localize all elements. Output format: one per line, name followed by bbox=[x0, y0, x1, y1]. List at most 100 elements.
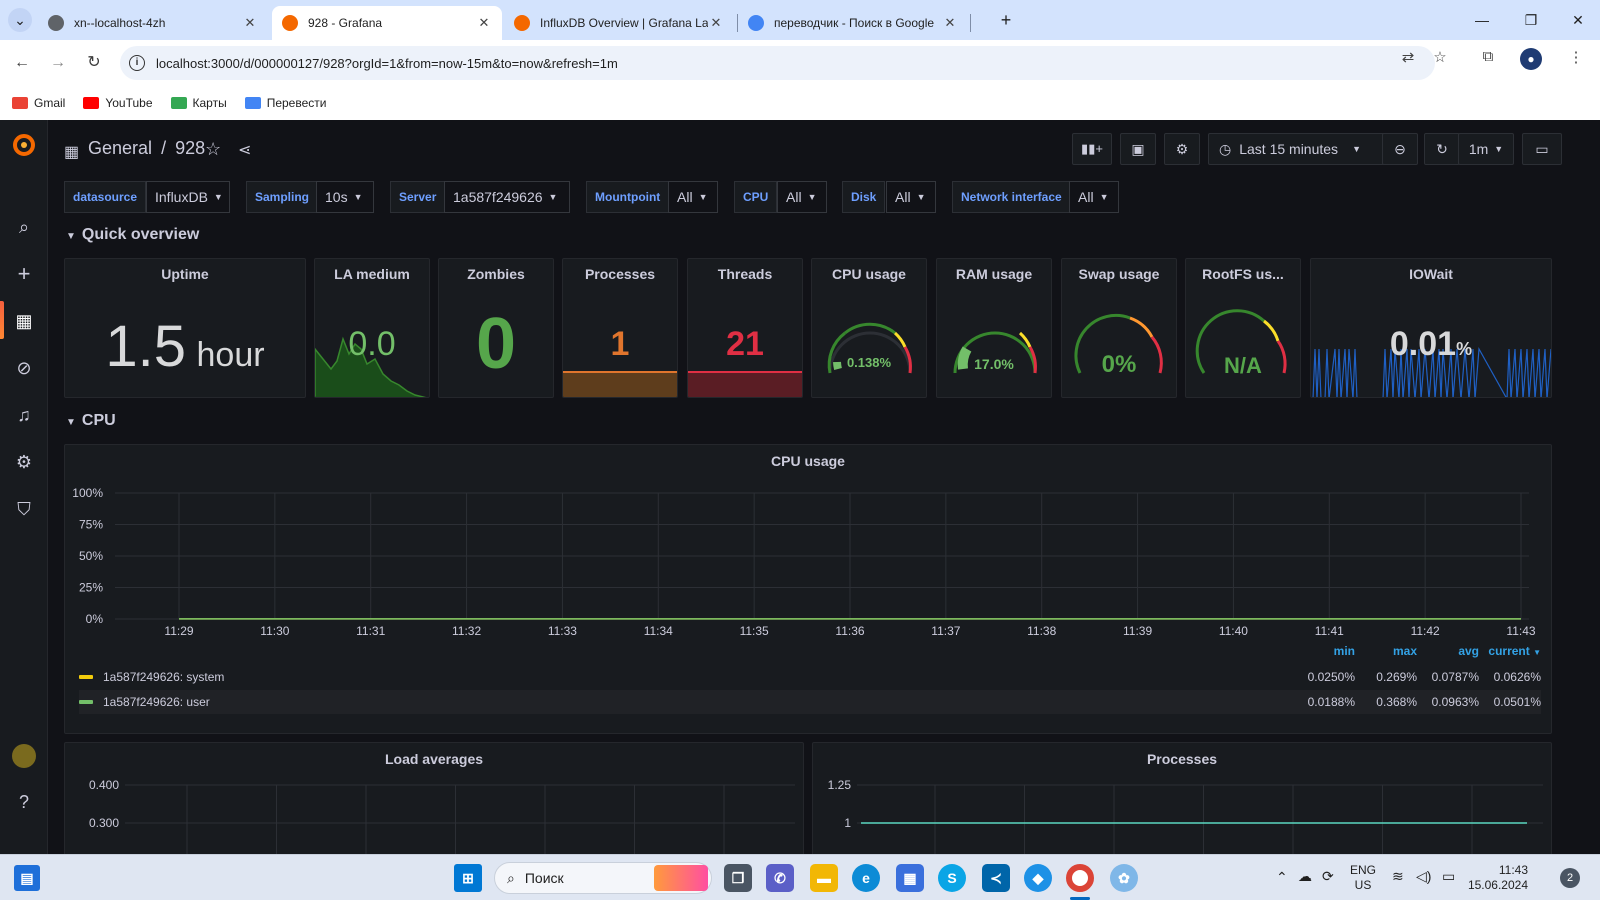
panel-swap-usage-gauge[interactable]: Swap usage 0% bbox=[1061, 258, 1177, 398]
legend-item-system[interactable]: 1a587f249626: system 0.0250% 0.269% 0.07… bbox=[79, 665, 1541, 689]
create-plus-icon[interactable]: + bbox=[12, 262, 36, 286]
forward-button[interactable]: → bbox=[46, 51, 70, 75]
language-indicator[interactable]: ENG US bbox=[1350, 863, 1376, 893]
row-quick-overview[interactable]: ▼ Quick overview bbox=[66, 226, 199, 244]
reload-button[interactable]: ↻ bbox=[82, 51, 106, 75]
address-bar[interactable]: i localhost:3000/d/000000127/928?orgId=1… bbox=[120, 46, 1435, 80]
user-avatar[interactable] bbox=[12, 744, 36, 768]
dashboard-title[interactable]: 928 bbox=[175, 138, 205, 158]
legend-header-min[interactable]: min bbox=[1293, 644, 1355, 658]
tab-grafana-928[interactable]: 928 - Grafana ✕ bbox=[272, 6, 502, 40]
server-admin-shield-icon[interactable]: ⛉ bbox=[12, 497, 36, 521]
share-icon[interactable]: ⋖ bbox=[238, 140, 251, 160]
tab-google-search[interactable]: переводчик - Поиск в Google ✕ bbox=[738, 6, 968, 40]
site-info-icon[interactable]: i bbox=[129, 55, 145, 71]
legend-item-user[interactable]: 1a587f249626: user 0.0188% 0.368% 0.0963… bbox=[79, 690, 1541, 714]
chrome-icon[interactable] bbox=[1066, 864, 1094, 892]
network-app-icon[interactable]: ✿ bbox=[1110, 864, 1138, 892]
edge-browser-icon[interactable]: e bbox=[852, 864, 880, 892]
zoom-out-button[interactable]: ⊖ bbox=[1382, 133, 1418, 165]
var-select-network-interface[interactable]: All ▼ bbox=[1069, 181, 1119, 213]
docker-icon[interactable]: ◆ bbox=[1024, 864, 1052, 892]
tv-mode-button[interactable]: ▭ bbox=[1522, 133, 1562, 165]
microsoft-store-icon[interactable]: ▦ bbox=[896, 864, 924, 892]
tab-search-button[interactable]: ⌄ bbox=[8, 8, 32, 32]
help-icon[interactable]: ? bbox=[12, 790, 36, 814]
bookmark-star-icon[interactable]: ☆ bbox=[1430, 48, 1450, 68]
add-panel-button[interactable]: ▮▮+ bbox=[1072, 133, 1112, 165]
task-view-icon[interactable]: ❐ bbox=[724, 864, 752, 892]
file-explorer-icon[interactable]: ▬ bbox=[810, 864, 838, 892]
tab-localhost[interactable]: xn--localhost-4zh ✕ bbox=[38, 6, 268, 40]
menu-kebab-icon[interactable]: ⋮ bbox=[1566, 48, 1586, 68]
close-icon[interactable]: ✕ bbox=[476, 15, 492, 31]
bookmark-translate[interactable]: Перевести bbox=[244, 96, 326, 110]
var-select-datasource[interactable]: InfluxDB ▼ bbox=[146, 181, 230, 213]
var-select-sampling[interactable]: 10s ▼ bbox=[316, 181, 374, 213]
panel-threads[interactable]: Threads 21 bbox=[687, 258, 803, 398]
explore-compass-icon[interactable]: ⊘ bbox=[12, 356, 36, 380]
panel-processes-graph[interactable]: Processes 1.25 1 bbox=[812, 742, 1552, 854]
onedrive-icon[interactable]: ☁ bbox=[1298, 868, 1312, 885]
close-window-button[interactable]: ✕ bbox=[1566, 8, 1590, 32]
clock[interactable]: 11:43 15.06.2024 bbox=[1468, 863, 1528, 893]
refresh-button[interactable]: ↻ bbox=[1424, 133, 1460, 165]
var-select-cpu[interactable]: All ▼ bbox=[777, 181, 827, 213]
close-icon[interactable]: ✕ bbox=[708, 15, 724, 31]
widgets-icon[interactable]: ▤ bbox=[14, 865, 40, 891]
wifi-icon[interactable]: ≋ bbox=[1392, 868, 1404, 885]
configuration-gear-icon[interactable]: ⚙ bbox=[12, 450, 36, 474]
extensions-icon[interactable]: ⧉ bbox=[1478, 48, 1498, 68]
url-text[interactable]: localhost:3000/d/000000127/928?orgId=1&f… bbox=[156, 56, 618, 71]
notification-badge[interactable]: 2 bbox=[1560, 868, 1580, 888]
tab-influxdb-overview[interactable]: InfluxDB Overview | Grafana Lal ✕ bbox=[504, 6, 734, 40]
profile-avatar[interactable]: ● bbox=[1520, 48, 1542, 70]
time-picker-button[interactable]: ◷ Last 15 minutes ▼ bbox=[1208, 133, 1386, 165]
back-button[interactable]: ← bbox=[10, 51, 34, 75]
volume-icon[interactable]: ◁) bbox=[1416, 868, 1431, 885]
chat-icon[interactable]: ✆ bbox=[766, 864, 794, 892]
close-icon[interactable]: ✕ bbox=[942, 15, 958, 31]
panel-processes[interactable]: Processes 1 bbox=[562, 258, 678, 398]
search-icon[interactable]: ⌕ bbox=[12, 215, 36, 239]
show-hidden-icons-icon[interactable]: ⌃ bbox=[1276, 869, 1288, 886]
translate-icon[interactable]: ⇄ bbox=[1398, 48, 1418, 68]
battery-icon[interactable]: ▭ bbox=[1442, 868, 1455, 885]
var-select-server[interactable]: 1a587f249626 ▼ bbox=[444, 181, 570, 213]
legend-header-max[interactable]: max bbox=[1355, 644, 1417, 658]
panel-cpu-usage-graph[interactable]: CPU usage 100% 75% 50% 25% 0% 11:29 11:30 11:31… bbox=[64, 444, 1552, 734]
dashboards-icon[interactable]: ▦ bbox=[12, 309, 36, 333]
bookmark-youtube[interactable]: YouTube bbox=[83, 96, 153, 110]
alerting-bell-icon[interactable]: ♫ bbox=[12, 403, 36, 427]
panel-cpu-usage-gauge[interactable]: CPU usage 0.138% bbox=[811, 258, 927, 398]
panel-ram-usage-gauge[interactable]: RAM usage 17.0% bbox=[936, 258, 1052, 398]
var-select-disk[interactable]: All ▼ bbox=[886, 181, 936, 213]
panel-load-averages[interactable]: Load averages 0.400 0.300 bbox=[64, 742, 804, 854]
legend-header-current[interactable]: current ▼ bbox=[1479, 644, 1541, 658]
close-icon[interactable]: ✕ bbox=[242, 15, 258, 31]
windows-start-icon[interactable]: ⊞ bbox=[454, 864, 482, 892]
vscode-icon[interactable]: ≺ bbox=[982, 864, 1010, 892]
refresh-interval-picker[interactable]: 1m ▼ bbox=[1458, 133, 1514, 165]
panel-iowait[interactable]: IOWait 0.01% bbox=[1310, 258, 1552, 398]
star-icon[interactable]: ☆ bbox=[205, 139, 221, 160]
panel-rootfs-usage-gauge[interactable]: RootFS us... N/A bbox=[1185, 258, 1301, 398]
restore-button[interactable]: ❐ bbox=[1519, 8, 1543, 32]
dashboard-settings-button[interactable]: ⚙ bbox=[1164, 133, 1200, 165]
bookmark-maps[interactable]: Карты bbox=[170, 96, 227, 110]
panel-zombies[interactable]: Zombies 0 bbox=[438, 258, 554, 398]
panel-uptime[interactable]: Uptime 1.5 hour bbox=[64, 258, 306, 398]
breadcrumb[interactable]: General / 928 bbox=[88, 138, 205, 159]
minimize-button[interactable]: — bbox=[1470, 8, 1494, 32]
legend-header-avg[interactable]: avg bbox=[1417, 644, 1479, 658]
grafana-logo-icon[interactable] bbox=[10, 130, 38, 158]
breadcrumb-folder[interactable]: General bbox=[88, 138, 152, 158]
sync-icon[interactable]: ⟳ bbox=[1322, 868, 1334, 885]
new-tab-button[interactable]: + bbox=[994, 8, 1018, 32]
panel-la-medium[interactable]: LA medium 0.0 bbox=[314, 258, 430, 398]
bookmark-gmail[interactable]: Gmail bbox=[12, 96, 65, 110]
skype-icon[interactable]: S bbox=[938, 864, 966, 892]
var-select-mountpoint[interactable]: All ▼ bbox=[668, 181, 718, 213]
row-cpu[interactable]: ▼ CPU bbox=[66, 412, 116, 430]
save-dashboard-button[interactable]: ▣ bbox=[1120, 133, 1156, 165]
